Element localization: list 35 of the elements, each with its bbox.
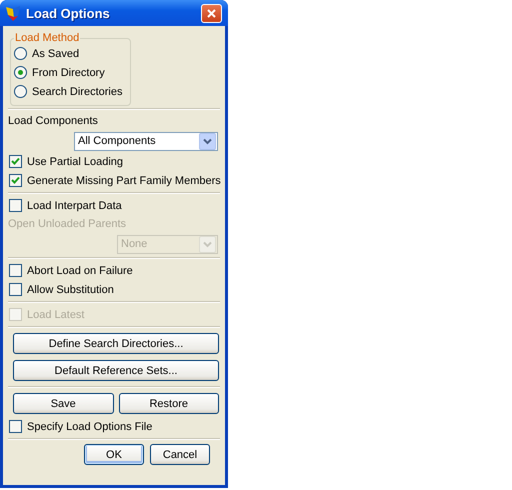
radio-button[interactable]: [14, 47, 27, 60]
close-button[interactable]: [201, 4, 222, 22]
close-icon: [207, 8, 216, 18]
radio-button[interactable]: [14, 85, 27, 98]
radio-label: From Directory: [32, 66, 105, 78]
group-label: Load Method: [14, 32, 80, 44]
checkbox[interactable]: [9, 420, 22, 433]
checkbox-label: Allow Substitution: [27, 284, 114, 296]
dropdown[interactable]: All Components: [74, 132, 218, 150]
action-button[interactable]: Define Search Directories...: [13, 333, 219, 354]
radio-label: As Saved: [32, 48, 80, 60]
section-label: Load Components: [8, 115, 98, 127]
checkbox-label: Load Latest: [27, 308, 84, 320]
dialog-button[interactable]: Cancel: [150, 444, 210, 465]
checkbox-label: Specify Load Options File: [27, 420, 152, 432]
caret-icon: [203, 138, 212, 144]
section-label: Open Unloaded Parents: [8, 218, 126, 230]
action-button[interactable]: Restore: [118, 393, 219, 414]
radio-button[interactable]: [14, 66, 27, 79]
window-title: Load Options: [26, 6, 111, 20]
checkbox-label: Load Interpart Data: [27, 200, 122, 212]
action-button[interactable]: Default Reference Sets...: [13, 360, 219, 381]
action-button[interactable]: Save: [13, 393, 114, 414]
checkbox[interactable]: [9, 264, 22, 277]
app-icon: [6, 6, 20, 21]
checkbox-label: Use Partial Loading: [27, 156, 124, 168]
caret-icon: [203, 240, 212, 248]
checkbox[interactable]: [9, 199, 22, 212]
checkbox-label: Abort Load on Failure: [27, 264, 133, 276]
checkbox-label: Generate Missing Part Family Members: [27, 174, 221, 186]
checkbox[interactable]: [9, 155, 22, 168]
dialog-button[interactable]: OK: [84, 444, 144, 465]
checkbox[interactable]: [9, 174, 22, 187]
radio-label: Search Directories: [32, 86, 122, 98]
checkbox[interactable]: [9, 283, 22, 296]
